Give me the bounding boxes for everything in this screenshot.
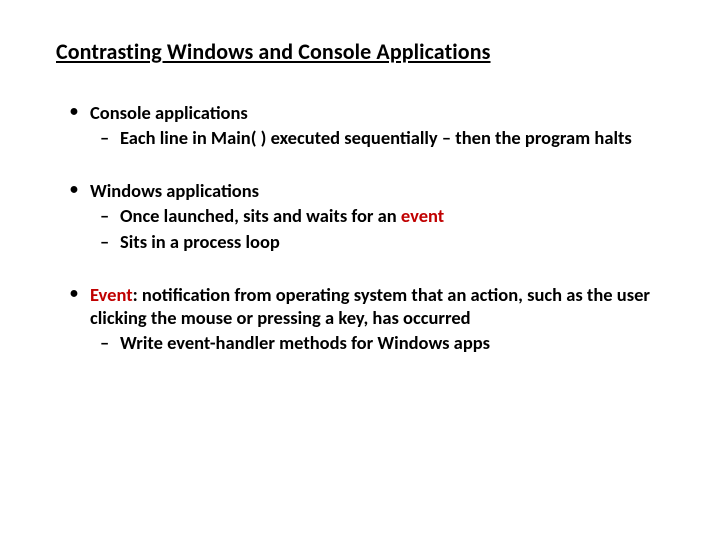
sublist: Once launched, sits and waits for an eve… (90, 204, 664, 252)
bullet-head: Console applications (90, 101, 248, 124)
bullet-windows-apps: Windows applications Once launched, sits… (56, 179, 664, 252)
bullet-head: Windows applications (90, 179, 259, 202)
sub-text: Once launched, sits and waits for an (120, 204, 401, 227)
sub-text: Sits in a process loop (120, 230, 280, 253)
bullet-head-rest: : notification from operating system tha… (90, 283, 650, 329)
sub-bullet: Sits in a process loop (90, 230, 664, 253)
sublist: Write event-handler methods for Windows … (90, 331, 664, 354)
sub-bullet: Write event-handler methods for Windows … (90, 331, 664, 354)
sub-text: Write event-handler methods for Windows … (120, 331, 490, 354)
sub-text-cont: – then the program halts (442, 126, 632, 149)
sublist: Each line in Main( ) executed sequential… (90, 126, 664, 149)
emphasis-event: event (401, 204, 444, 227)
sub-bullet: Once launched, sits and waits for an eve… (90, 204, 664, 227)
bullet-console-apps: Console applications Each line in Main( … (56, 101, 664, 149)
sub-bullet: Each line in Main( ) executed sequential… (90, 126, 664, 149)
bullet-event-def: Event: notification from operating syste… (56, 283, 664, 354)
bullet-list: Console applications Each line in Main( … (56, 101, 664, 354)
sub-text: Each line in Main( ) executed sequential… (120, 126, 442, 149)
emphasis-event: Event (90, 283, 133, 306)
slide-title: Contrasting Windows and Console Applicat… (56, 38, 664, 65)
slide: Contrasting Windows and Console Applicat… (0, 0, 720, 354)
